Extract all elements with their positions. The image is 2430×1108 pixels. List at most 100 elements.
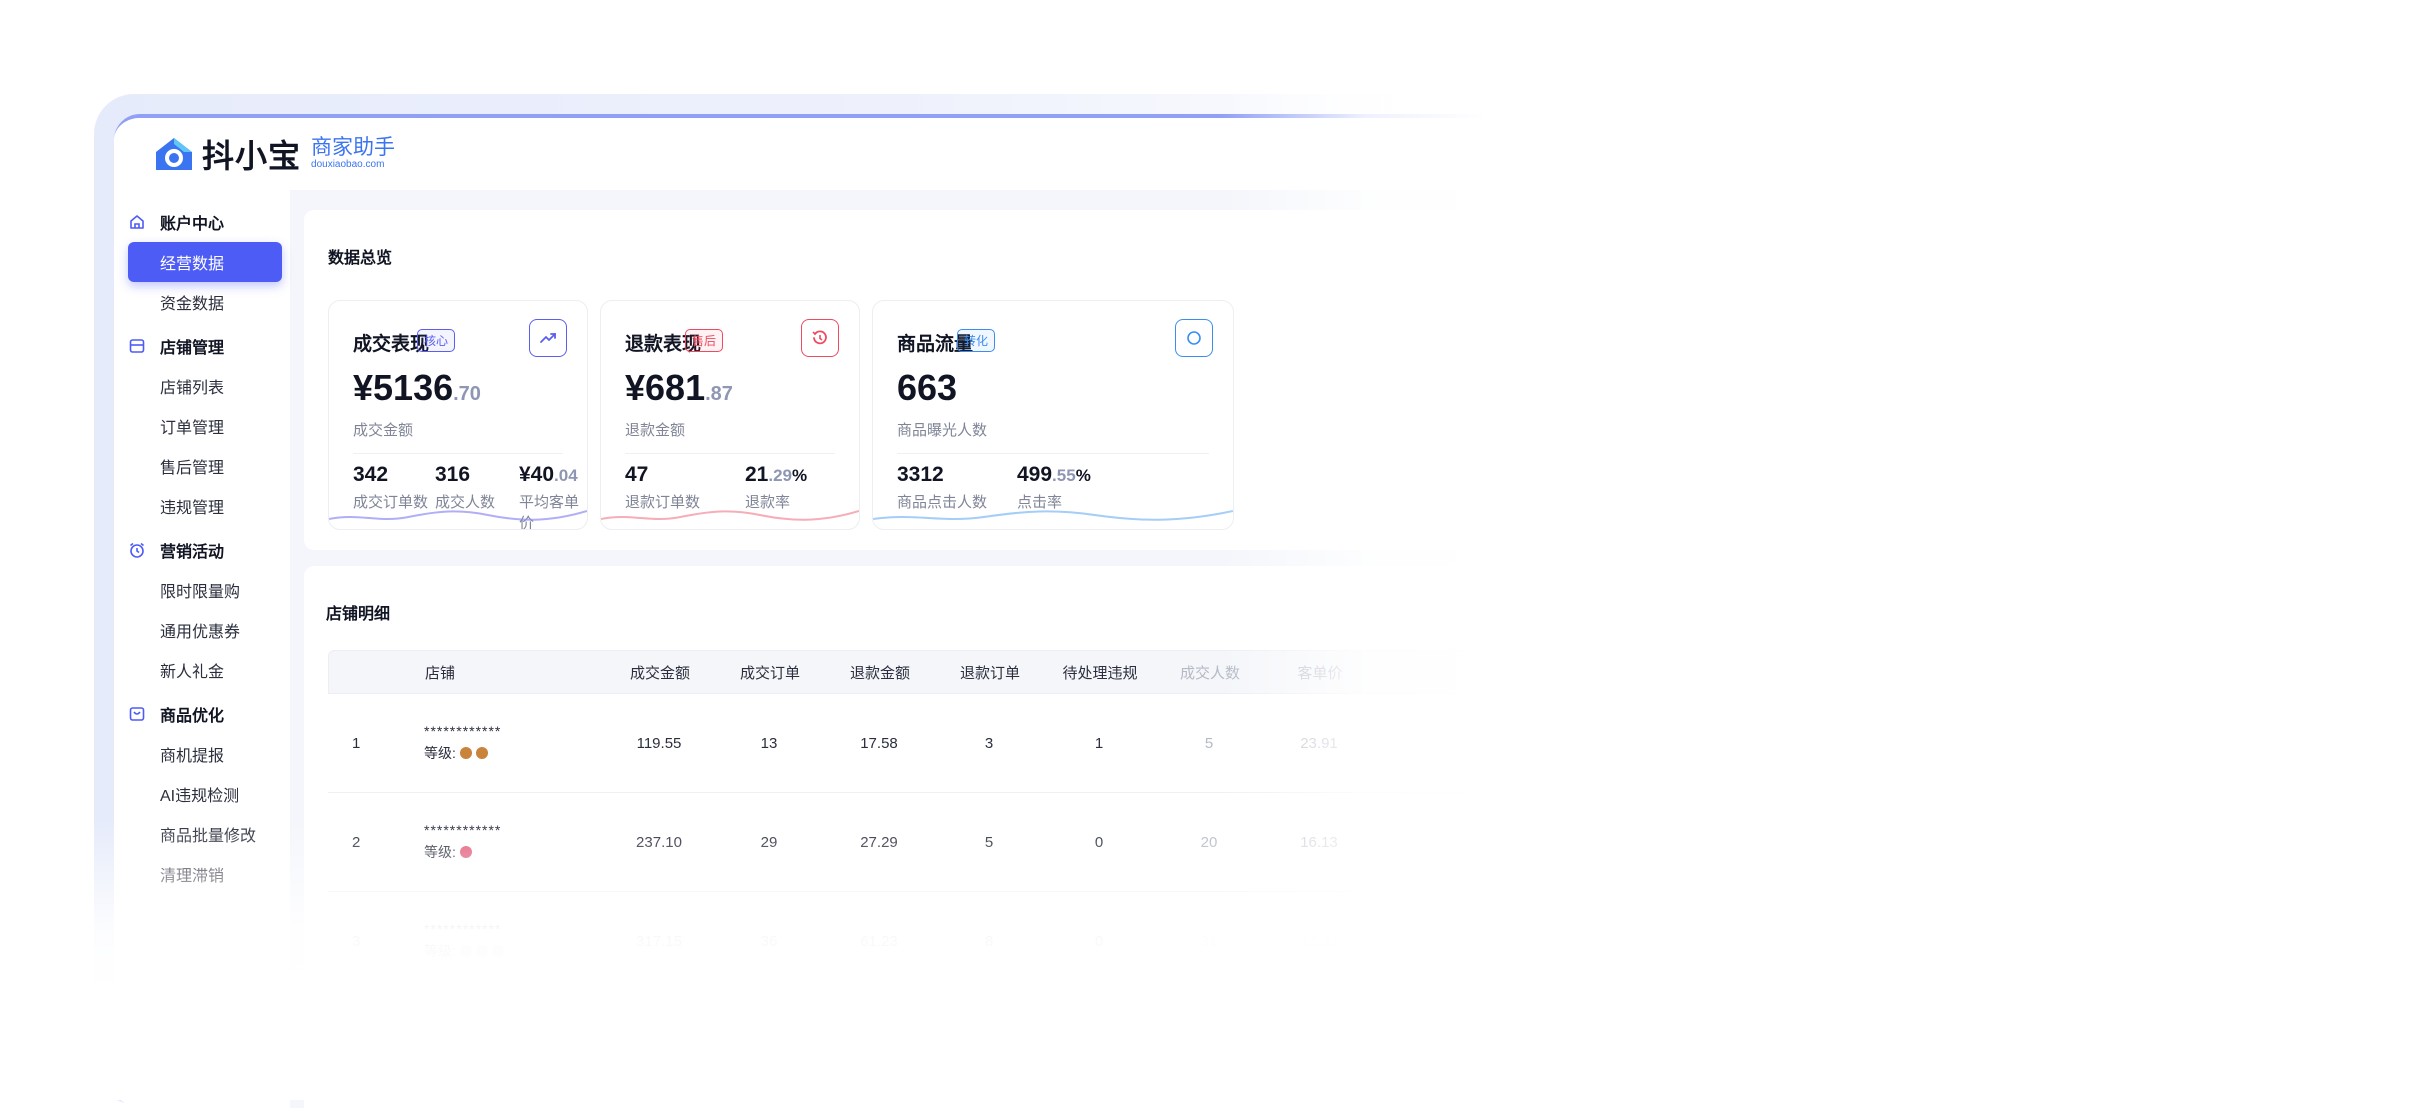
sidebar-group-header[interactable]: 商品优化 — [114, 694, 290, 734]
trend-up-icon[interactable] — [529, 319, 567, 357]
kpi-main-decimal: .70 — [453, 383, 481, 405]
shop-name: ************ — [424, 921, 502, 937]
shop-level-label: 等级: — [424, 745, 456, 761]
table-row[interactable]: 3 ************ 等级: 317.15 36 61.23 8 0 31 12.33 — [328, 892, 1834, 991]
main-content: 数据总览 成交表现 核心 ¥5136.70 成交金额 342 成交订单数 316 成交人数 ¥4… — [304, 198, 1834, 1108]
table-cell: 5 — [984, 833, 994, 851]
sidebar-group: 营销活动 限时限量购 通用优惠券 新人礼金 — [114, 530, 290, 690]
kpi-stat-suffix: % — [792, 466, 808, 485]
kpi-divider — [353, 453, 563, 454]
sidebar-item[interactable]: 通用优惠券 — [128, 610, 282, 650]
kpi-tag: 核心 — [417, 329, 456, 352]
table-header-cell: 退款订单 — [959, 664, 1020, 682]
kpi-stat-decimal: .29 — [768, 466, 792, 485]
shop-level-label: 等级: — [424, 844, 456, 860]
kpi-stat-int: 342 — [353, 463, 389, 486]
brand-url: douxiaobao.com — [311, 159, 385, 170]
traffic-icon[interactable] — [1175, 319, 1213, 357]
sidebar-item[interactable]: 店铺列表 — [128, 366, 282, 406]
kpi-stat-suffix: % — [1075, 466, 1091, 485]
kpi-stat-int: 499 — [1017, 463, 1053, 486]
shop-level: 等级: — [424, 842, 604, 862]
kpi-card: 商品流量 转化 663 商品曝光人数 3312 商品点击人数 499.55% 点击率 — [872, 300, 1234, 530]
table-cell: 29 — [760, 833, 778, 851]
sidebar-group-title: 商品优化 — [160, 708, 225, 725]
level-badge-icon — [475, 945, 488, 957]
sidebar-item[interactable]: 商品批量修改 — [128, 814, 282, 854]
kpi-main-label: 成交金额 — [353, 422, 414, 439]
kpi-stat-int: 47 — [625, 463, 649, 486]
kpi-trend-wave — [873, 510, 1233, 521]
sidebar-item[interactable]: 订单管理 — [128, 406, 282, 446]
kpi-main-decimal: .87 — [705, 383, 733, 405]
kpi-main-int: 663 — [897, 367, 958, 408]
kpi-stat-int: ¥40 — [519, 463, 555, 486]
kpi-main-value: ¥681.87 — [625, 367, 733, 409]
sidebar: 账户中心 经营数据 资金数据店铺管理店铺列表 订单管理 售后管理 违规管理 营销活动 限时限量… — [114, 190, 290, 1108]
table-header-cell: 店铺 — [425, 664, 456, 682]
sidebar-item[interactable]: 商机提报 — [128, 734, 282, 774]
kpi-stat-value: 21.29% — [745, 463, 807, 487]
shop-detail-table: 店铺 成交金额 成交订单 退款金额 退款订单 待处理违规 成交人数 客单价 1 ********… — [328, 650, 1834, 991]
table-header-cell: 成交订单 — [739, 664, 800, 682]
sidebar-item[interactable]: 资金数据 — [128, 282, 282, 322]
shop-name: ************ — [424, 723, 502, 739]
alarm-clock-icon — [128, 541, 160, 559]
level-badge-icon — [475, 747, 488, 759]
sidebar-item[interactable]: 售后管理 — [128, 446, 282, 486]
kpi-card: 退款表现 售后 ¥681.87 退款金额 47 退款订单数 21.29% 退款率 — [600, 300, 860, 530]
kpi-main-label: 退款金额 — [625, 422, 686, 439]
kpi-stat-value: 342 — [353, 463, 428, 487]
kpi-trend-wave — [601, 510, 859, 521]
shop-level: 等级: — [424, 941, 604, 961]
table-cell: 0 — [1094, 932, 1104, 950]
sidebar-item[interactable]: 新人礼金 — [128, 650, 282, 690]
row-index: 1 — [352, 734, 361, 752]
sidebar-item[interactable]: 经营数据 — [128, 242, 282, 282]
kpi-trend-wave — [329, 510, 587, 521]
kpi-divider — [897, 453, 1209, 454]
table-cell: 8 — [984, 932, 994, 950]
table-row[interactable]: 1 ************ 等级: 119.55 13 17.58 3 1 5 23.91 — [328, 694, 1834, 793]
sidebar-group-header[interactable]: 营销活动 — [114, 530, 290, 570]
brand-name: 抖小宝 — [202, 138, 302, 174]
app-window: 抖小宝 商家助手 douxiaobao.com 账户中心 经营数据 资金数据店铺管理… — [114, 114, 1834, 1108]
level-badge-icon — [459, 945, 472, 957]
store-icon — [128, 337, 160, 355]
table-header-cell: 客单价 — [1297, 664, 1343, 682]
table-cell: 61.23 — [860, 932, 898, 950]
kpi-stat-int: 316 — [435, 463, 471, 486]
shop-name: ************ — [424, 822, 502, 838]
table-cell: 13 — [760, 734, 778, 752]
level-badge-icon — [459, 846, 472, 858]
table-cell: 3 — [984, 734, 994, 752]
row-index: 2 — [352, 833, 361, 851]
sidebar-item[interactable]: 清理滞销 — [128, 854, 282, 894]
table-cell: 1 — [1094, 734, 1104, 752]
sidebar-item[interactable]: 限时限量购 — [128, 570, 282, 610]
brand-subtitle-block: 商家助手 douxiaobao.com — [311, 137, 395, 171]
kpi-stat-value: 316 — [435, 463, 495, 487]
table-header-cell: 待处理违规 — [1062, 664, 1138, 682]
brand-subtitle: 商家助手 — [311, 136, 396, 159]
shop-level-label: 等级: — [424, 943, 456, 959]
kpi-tag: 售后 — [685, 329, 724, 352]
kpi-main-value: ¥5136.70 — [353, 367, 481, 409]
shop-cell: ************ 等级: — [424, 723, 604, 763]
sidebar-item[interactable]: 违规管理 — [128, 486, 282, 526]
table-cell: 17.58 — [860, 734, 898, 752]
sidebar-group-title: 店铺管理 — [160, 340, 225, 357]
detail-title: 店铺明细 — [326, 606, 391, 623]
table-cell: 31 — [1200, 932, 1218, 950]
kpi-stat-int: 21 — [745, 463, 769, 486]
table-cell: 12.33 — [1300, 932, 1338, 950]
refund-clock-icon[interactable] — [801, 319, 839, 357]
kpi-tag: 转化 — [957, 329, 996, 352]
kpi-divider — [625, 453, 835, 454]
sidebar-item[interactable]: AI违规检测 — [128, 774, 282, 814]
table-row[interactable]: 2 ************ 等级: 237.10 29 27.29 5 0 20 16.13 — [328, 793, 1834, 892]
table-header: 店铺 成交金额 成交订单 退款金额 退款订单 待处理违规 成交人数 客单价 — [328, 650, 1834, 694]
sidebar-group-header[interactable]: 账户中心 — [114, 202, 290, 242]
kpi-stat-value: 3312 — [897, 463, 987, 487]
sidebar-group-header[interactable]: 店铺管理 — [114, 326, 290, 366]
